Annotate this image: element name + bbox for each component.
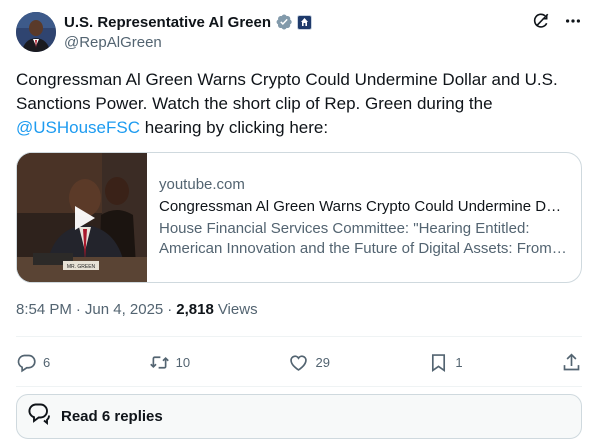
author-info: U.S. Representative Al Green @RepAlGreen	[64, 12, 313, 51]
header-actions	[532, 12, 582, 30]
mention-link[interactable]: @USHouseFSC	[16, 118, 140, 137]
views-label: Views	[217, 301, 258, 318]
reply-icon	[16, 352, 37, 373]
card-meta: youtube.com Congressman Al Green Warns C…	[147, 153, 581, 282]
bookmark-button[interactable]: 1	[428, 352, 463, 373]
tweet-text-before: Congressman Al Green Warns Crypto Could …	[16, 70, 558, 113]
meta-separator-2: ·	[167, 301, 173, 318]
repost-icon	[149, 352, 170, 373]
meta-separator: ·	[75, 301, 81, 318]
divider-bottom	[16, 386, 582, 387]
like-button[interactable]: 29	[288, 352, 330, 373]
reply-count: 6	[43, 354, 51, 370]
share-icon	[561, 352, 582, 373]
action-bar: 6 10 29 1	[16, 350, 582, 374]
verified-badge-icon[interactable]	[275, 13, 293, 31]
repost-button[interactable]: 10	[149, 352, 190, 373]
grok-icon[interactable]	[532, 12, 550, 30]
heart-icon	[288, 352, 309, 373]
tweet-date[interactable]: Jun 4, 2025	[85, 300, 163, 320]
play-icon[interactable]	[68, 203, 98, 238]
divider-top	[16, 336, 582, 337]
more-options-icon[interactable]	[564, 12, 582, 30]
tweet-meta: 8:54 PM · Jun 4, 2025 · 2,818 Views	[16, 300, 258, 320]
tweet-text-after: hearing by clicking here:	[140, 118, 329, 137]
bookmark-icon	[428, 352, 449, 373]
author-handle[interactable]: @RepAlGreen	[64, 34, 312, 51]
bookmark-count: 1	[455, 354, 463, 370]
avatar-photo	[16, 12, 56, 52]
video-thumbnail[interactable]: MR. GREEN	[17, 153, 147, 282]
views-count[interactable]: 2,818	[176, 300, 214, 320]
link-preview-card[interactable]: MR. GREEN youtube.com Congressman Al Gre…	[16, 152, 582, 283]
tweet-text: Congressman Al Green Warns Crypto Could …	[16, 68, 582, 140]
tweet: U.S. Representative Al Green @RepAlGreen	[0, 0, 598, 447]
author-name[interactable]: U.S. Representative Al Green	[64, 14, 271, 31]
government-affiliate-icon[interactable]	[297, 14, 313, 30]
nameplate-text: MR. GREEN	[67, 264, 96, 270]
read-replies-button[interactable]: Read 6 replies	[16, 394, 582, 439]
share-button[interactable]	[561, 352, 582, 373]
like-count: 29	[315, 354, 330, 370]
chat-bubbles-icon	[27, 401, 53, 432]
card-description: House Financial Services Committee: "Hea…	[159, 220, 552, 257]
card-title: Congressman Al Green Warns Crypto Could …	[159, 198, 569, 215]
reply-button[interactable]: 6	[16, 352, 50, 373]
repost-count: 10	[175, 354, 191, 370]
read-replies-label: Read 6 replies	[61, 408, 163, 425]
tweet-time[interactable]: 8:54 PM	[16, 300, 72, 320]
author-avatar[interactable]	[16, 12, 56, 52]
card-domain: youtube.com	[159, 176, 245, 193]
